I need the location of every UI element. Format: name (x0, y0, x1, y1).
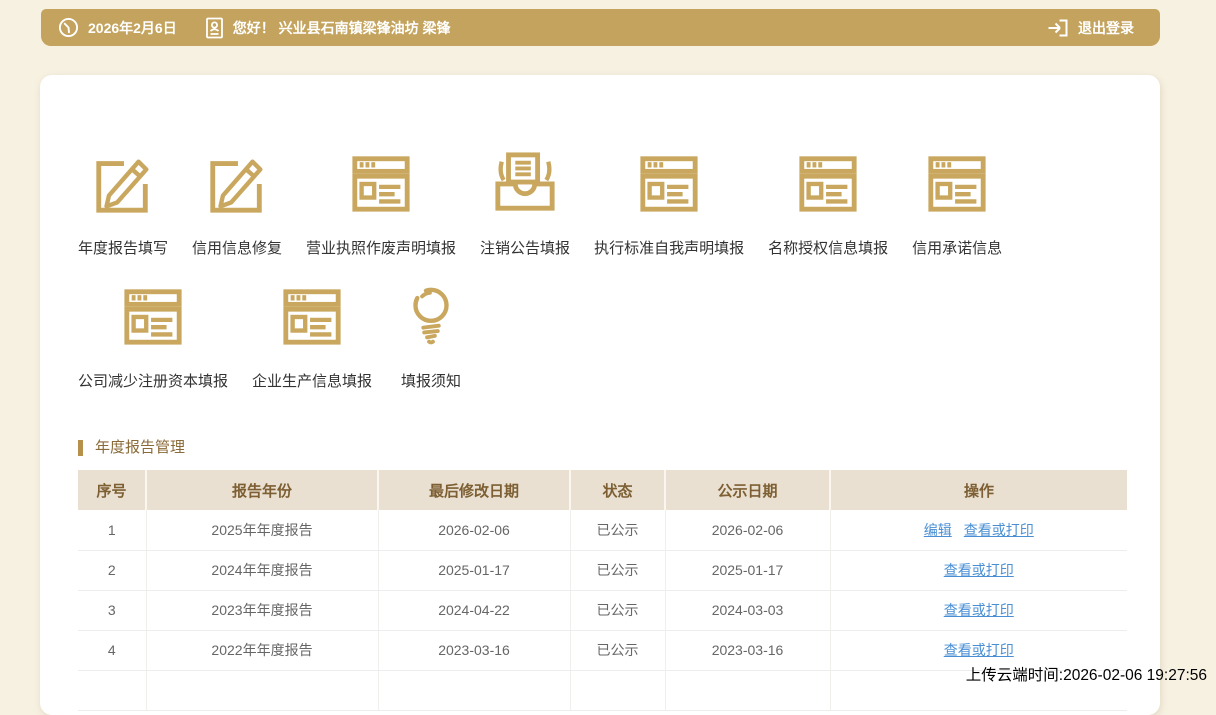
row-number: 2 (78, 550, 146, 590)
empty-cell (665, 670, 830, 710)
main-card: 年度报告填写 信用信息修复 营业执照作废声明填报 注销公告填报 执 (40, 75, 1160, 715)
form-page-icon (634, 147, 704, 215)
last-modified-date: 2026-02-06 (378, 510, 570, 550)
actions-cell: 编辑查看或打印 (830, 510, 1127, 550)
actions-cell: 查看或打印 (830, 550, 1127, 590)
topbar: 2026年2月6日 您好！ 兴业县石南镇梁锋油坊 梁锋 退出登录 (41, 9, 1160, 46)
view-or-print-link[interactable]: 查看或打印 (944, 562, 1014, 578)
publish-date: 2025-01-17 (665, 550, 830, 590)
quick-action-item[interactable]: 填报须知 (396, 280, 466, 391)
publish-date: 2026-02-06 (665, 510, 830, 550)
date-group: 2026年2月6日 (58, 17, 177, 38)
quick-action-item[interactable]: 信用信息修复 (192, 147, 282, 258)
form-page-icon (922, 147, 992, 215)
quick-action-item[interactable]: 年度报告填写 (78, 147, 168, 258)
status: 已公示 (570, 510, 665, 550)
current-date: 2026年2月6日 (88, 18, 177, 38)
table-row: 32023年年度报告2024-04-22已公示2024-03-03 查看或打印 (78, 590, 1127, 630)
quick-action-item[interactable]: 公司减少注册资本填报 (78, 280, 228, 391)
greeting-group: 您好！ 兴业县石南镇梁锋油坊 梁锋 (205, 17, 451, 39)
section-marker-icon (78, 440, 83, 456)
table-row: 12025年年度报告2026-02-06已公示2026-02-06编辑查看或打印 (78, 510, 1127, 550)
column-header: 序号 (78, 470, 146, 510)
quick-action-item[interactable]: 企业生产信息填报 (252, 280, 372, 391)
quick-action-item[interactable]: 营业执照作废声明填报 (306, 147, 456, 258)
view-or-print-link[interactable]: 查看或打印 (944, 602, 1014, 618)
logout-label: 退出登录 (1078, 18, 1134, 38)
table-row: 22024年年度报告2025-01-17已公示2025-01-17查看或打印 (78, 550, 1127, 590)
last-modified-date: 2023-03-16 (378, 630, 570, 670)
status: 已公示 (570, 590, 665, 630)
section-title: 年度报告管理 (95, 438, 185, 457)
quick-actions-row-2: 公司减少注册资本填报 企业生产信息填报 填报须知 (78, 280, 1127, 391)
table-header-row: 序号报告年份最后修改日期状态公示日期操作 (78, 470, 1127, 510)
form-page-icon (118, 280, 188, 348)
form-page-icon (277, 280, 347, 348)
quick-action-item[interactable]: 信用承诺信息 (912, 147, 1002, 258)
clock-icon (58, 17, 79, 38)
view-or-print-link[interactable]: 查看或打印 (964, 522, 1034, 538)
greeting-text: 您好！ 兴业县石南镇梁锋油坊 梁锋 (233, 18, 451, 38)
actions-cell: 查看或打印 (830, 590, 1127, 630)
quick-action-item[interactable]: 名称授权信息填报 (768, 147, 888, 258)
report-year: 2023年年度报告 (146, 590, 378, 630)
inbox-doc-icon (490, 147, 560, 215)
empty-cell (146, 670, 378, 710)
column-header: 报告年份 (146, 470, 378, 510)
form-page-icon (346, 147, 416, 215)
quick-actions-row-1: 年度报告填写 信用信息修复 营业执照作废声明填报 注销公告填报 执 (78, 75, 1127, 258)
upload-time-overlay: 上传云端时间:2026-02-06 19:27:56 (966, 663, 1207, 685)
empty-cell (78, 670, 146, 710)
edit-link[interactable]: 编辑 (924, 522, 952, 538)
edit-report-icon (88, 147, 158, 215)
publish-date: 2023-03-16 (665, 630, 830, 670)
publish-date: 2024-03-03 (665, 590, 830, 630)
row-number: 3 (78, 590, 146, 630)
view-or-print-link[interactable]: 查看或打印 (944, 642, 1014, 658)
status: 已公示 (570, 630, 665, 670)
form-page-icon (793, 147, 863, 215)
last-modified-date: 2025-01-17 (378, 550, 570, 590)
row-number: 1 (78, 510, 146, 550)
empty-cell (570, 670, 665, 710)
logout-icon (1046, 18, 1069, 38)
quick-action-item[interactable]: 执行标准自我声明填报 (594, 147, 744, 258)
logout-button[interactable]: 退出登录 (1046, 18, 1134, 38)
report-year: 2024年年度报告 (146, 550, 378, 590)
section-header: 年度报告管理 (78, 438, 1127, 457)
report-year: 2025年年度报告 (146, 510, 378, 550)
report-year: 2022年年度报告 (146, 630, 378, 670)
row-number: 4 (78, 630, 146, 670)
last-modified-date: 2024-04-22 (378, 590, 570, 630)
quick-action-item[interactable]: 注销公告填报 (480, 147, 570, 258)
column-header: 操作 (830, 470, 1127, 510)
column-header: 状态 (570, 470, 665, 510)
column-header: 公示日期 (665, 470, 830, 510)
status: 已公示 (570, 550, 665, 590)
empty-cell (378, 670, 570, 710)
column-header: 最后修改日期 (378, 470, 570, 510)
edit-credit-icon (202, 147, 272, 215)
user-badge-icon (205, 17, 224, 39)
lightbulb-icon (396, 280, 466, 348)
